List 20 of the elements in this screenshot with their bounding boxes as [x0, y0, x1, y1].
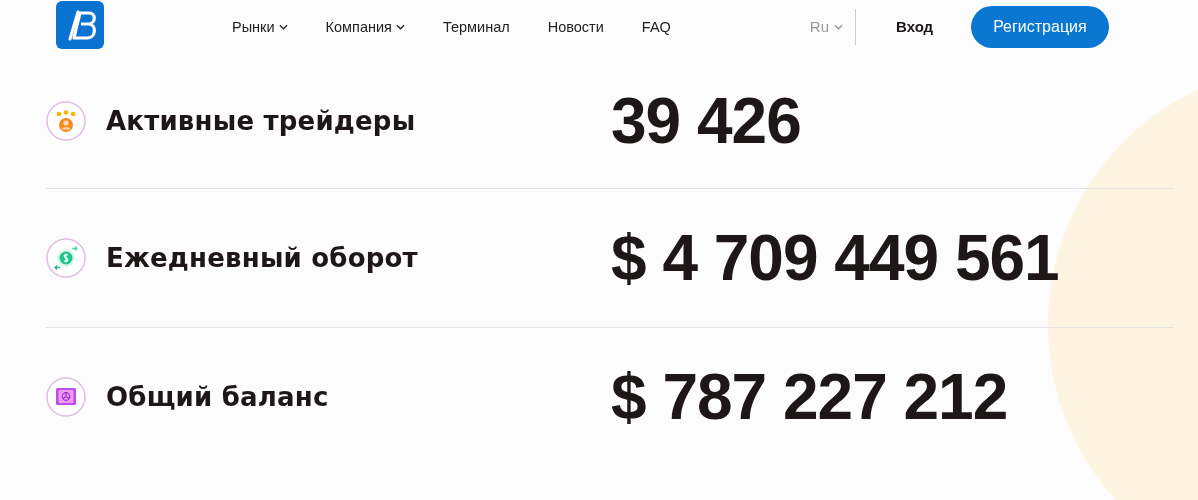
stat-value: $ 4 709 449 561: [611, 221, 1059, 295]
stat-label: Активные трейдеры: [106, 105, 416, 136]
chevron-down-icon: [834, 23, 844, 30]
login-link[interactable]: Вход: [896, 18, 934, 35]
safe-icon: [46, 377, 86, 417]
nav-link[interactable]: Новости: [547, 18, 604, 35]
logo-icon[interactable]: [56, 0, 104, 49]
chevron-down-icon: [278, 23, 288, 30]
money-exchange-icon: [46, 238, 86, 278]
stat-value: $ 787 227 212: [611, 360, 1008, 434]
nav-link[interactable]: FAQ: [641, 18, 671, 35]
stat-value: 39 426: [611, 83, 801, 158]
stat-label: Ежедневный оборот: [106, 243, 418, 273]
chevron-down-icon: [395, 23, 405, 30]
nav-link[interactable]: Рынки: [232, 18, 288, 35]
stat-label: Общий баланс: [106, 382, 329, 412]
user-stars-icon: [46, 100, 86, 141]
register-button[interactable]: Регистрация: [971, 5, 1109, 48]
nav-link[interactable]: Терминал: [442, 18, 510, 35]
nav-link[interactable]: Компания: [325, 18, 405, 35]
